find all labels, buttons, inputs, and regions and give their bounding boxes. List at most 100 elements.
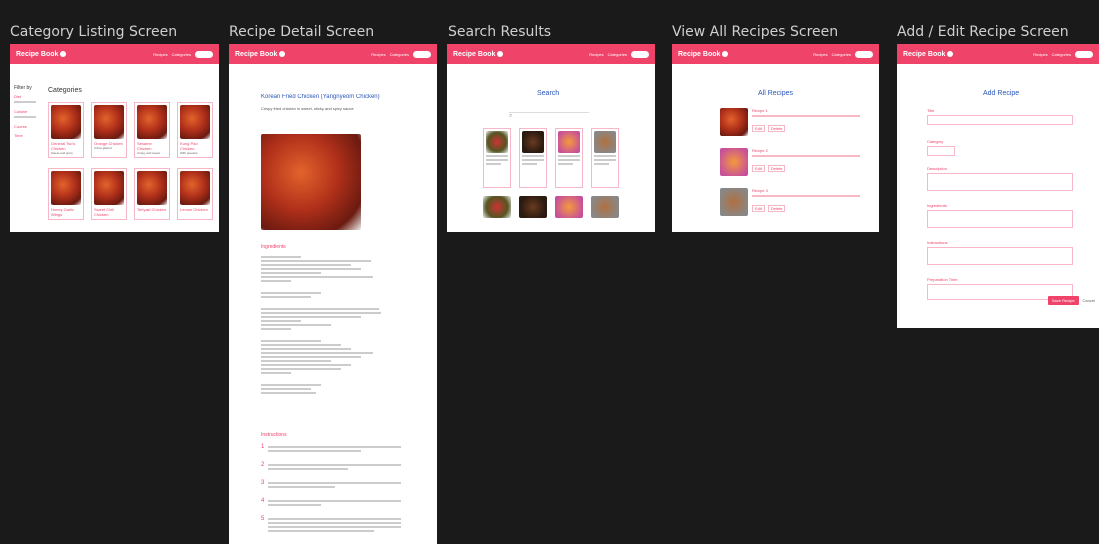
recipe-list: Recipe 1 Edit Delete Recipe 2 Edit Delete … <box>720 108 860 220</box>
filter-item[interactable]: Time <box>14 133 42 138</box>
field-label: Ingredients <box>927 203 947 208</box>
app-bar: Recipe Book Recipes Categories <box>447 44 655 64</box>
brand[interactable]: Recipe Book <box>678 51 729 58</box>
nav-recipes[interactable]: Recipes <box>153 52 167 57</box>
recipe-image <box>180 171 210 205</box>
ingredients-list <box>261 254 381 396</box>
field-label: Category <box>927 139 944 144</box>
instructions-heading: Instructions <box>261 432 287 438</box>
recipe-card[interactable]: Lemon Chicken <box>177 168 213 220</box>
nav-categories[interactable]: Categories <box>832 52 851 57</box>
nav-categories[interactable]: Categories <box>172 52 191 57</box>
screen-title-view-all: View All Recipes Screen <box>672 24 839 40</box>
recipe-card[interactable]: Teriyaki Chicken <box>134 168 170 220</box>
edit-button[interactable]: Edit <box>752 165 765 172</box>
screen-title-search: Search Results <box>448 24 552 40</box>
recipe-image <box>94 171 124 205</box>
app-bar: Recipe Book Recipes Categories <box>897 44 1099 64</box>
search-results-frame: Recipe Book Recipes Categories Search ⌕ <box>447 44 655 232</box>
cancel-button[interactable]: Cancel <box>1083 298 1095 303</box>
recipe-image <box>720 108 748 136</box>
recipe-card[interactable]: Sweet Chili Chicken <box>91 168 127 220</box>
nav-categories[interactable]: Categories <box>608 52 627 57</box>
delete-button[interactable]: Delete <box>767 165 786 172</box>
ingredients-textarea[interactable] <box>927 210 1073 228</box>
list-item: Recipe 3 Edit Delete <box>720 188 860 220</box>
step-number: 2 <box>261 462 265 468</box>
delete-button[interactable]: Delete <box>767 125 786 132</box>
result-image[interactable] <box>483 196 511 218</box>
edit-button[interactable]: Edit <box>752 205 765 212</box>
recipe-form: Title Category Description Ingredients I… <box>927 100 1073 300</box>
nav-recipes[interactable]: Recipes <box>1033 52 1047 57</box>
nav-recipes[interactable]: Recipes <box>813 52 827 57</box>
instructions-textarea[interactable] <box>927 247 1073 265</box>
title-input[interactable] <box>927 115 1073 125</box>
search-pill[interactable] <box>631 50 649 58</box>
field-label: Preparation Time <box>927 277 958 282</box>
step-number: 3 <box>261 480 265 486</box>
screen-title-add-edit: Add / Edit Recipe Screen <box>897 24 1069 40</box>
search-pill[interactable] <box>413 50 431 58</box>
app-bar: Recipe Book Recipes Categories <box>10 44 219 64</box>
search-pill[interactable] <box>195 50 213 58</box>
recipe-card[interactable]: Kung Pao Chicken With peanuts <box>177 102 213 158</box>
category-listing-frame: Recipe Book Recipes Categories Filter by… <box>10 44 219 232</box>
page-title: Categories <box>48 87 82 94</box>
nav: Recipes Categories <box>813 50 873 58</box>
recipe-name: Recipe 1 <box>752 108 768 113</box>
field-label: Description <box>927 166 948 171</box>
filter-item[interactable]: Diet <box>14 94 42 99</box>
field-label: Instructions <box>927 240 948 245</box>
filter-item[interactable]: Cuisine <box>14 109 42 114</box>
search-results-grid <box>483 128 619 218</box>
nav-categories[interactable]: Categories <box>390 52 409 57</box>
logo-icon <box>497 51 504 57</box>
save-button[interactable]: Save Recipe <box>1047 296 1079 305</box>
brand[interactable]: Recipe Book <box>16 51 67 58</box>
category-select[interactable] <box>927 146 955 156</box>
filter-title: Filter by <box>14 85 32 91</box>
brand[interactable]: Recipe Book <box>903 51 954 58</box>
result-card[interactable] <box>555 128 583 188</box>
recipe-card[interactable]: Sesame Chicken Crispy and sweet <box>134 102 170 158</box>
logo-icon <box>722 51 729 57</box>
nav-recipes[interactable]: Recipes <box>371 52 385 57</box>
filter-item[interactable]: Course <box>14 124 42 129</box>
delete-button[interactable]: Delete <box>767 205 786 212</box>
screen-title-detail: Recipe Detail Screen <box>229 24 375 40</box>
list-item: Recipe 2 Edit Delete <box>720 148 860 180</box>
step-number: 5 <box>261 516 265 522</box>
nav: Recipes Categories <box>1033 50 1093 58</box>
ingredients-heading: Ingredients <box>261 244 286 250</box>
add-edit-frame: Recipe Book Recipes Categories Add Recip… <box>897 44 1099 328</box>
result-image[interactable] <box>591 196 619 218</box>
recipe-image <box>51 105 81 139</box>
result-image[interactable] <box>555 196 583 218</box>
logo-icon <box>60 51 67 57</box>
recipe-card[interactable]: Honey Garlic Wings <box>48 168 84 220</box>
nav: Recipes Categories <box>371 50 431 58</box>
search-pill[interactable] <box>1075 50 1093 58</box>
screen-title-category: Category Listing Screen <box>10 24 178 40</box>
result-card[interactable] <box>483 128 511 188</box>
description-textarea[interactable] <box>927 173 1073 191</box>
brand[interactable]: Recipe Book <box>453 51 504 58</box>
brand[interactable]: Recipe Book <box>235 51 286 58</box>
search-input[interactable]: ⌕ <box>509 104 589 119</box>
nav-categories[interactable]: Categories <box>1052 52 1071 57</box>
edit-button[interactable]: Edit <box>752 125 765 132</box>
result-card[interactable] <box>519 128 547 188</box>
search-pill[interactable] <box>855 50 873 58</box>
recipe-card[interactable]: Orange Chicken Citrus glazed <box>91 102 127 158</box>
result-card[interactable] <box>591 128 619 188</box>
result-image[interactable] <box>519 196 547 218</box>
instructions-list: 1 2 3 4 5 <box>261 444 401 534</box>
recipe-name: Recipe 2 <box>752 148 768 153</box>
step-number: 4 <box>261 498 265 504</box>
recipe-image <box>51 171 81 205</box>
recipe-card[interactable]: General Tso's Chicken Sweet and spicy <box>48 102 84 158</box>
recipe-image <box>180 105 210 139</box>
nav: Recipes Categories <box>589 50 649 58</box>
nav-recipes[interactable]: Recipes <box>589 52 603 57</box>
